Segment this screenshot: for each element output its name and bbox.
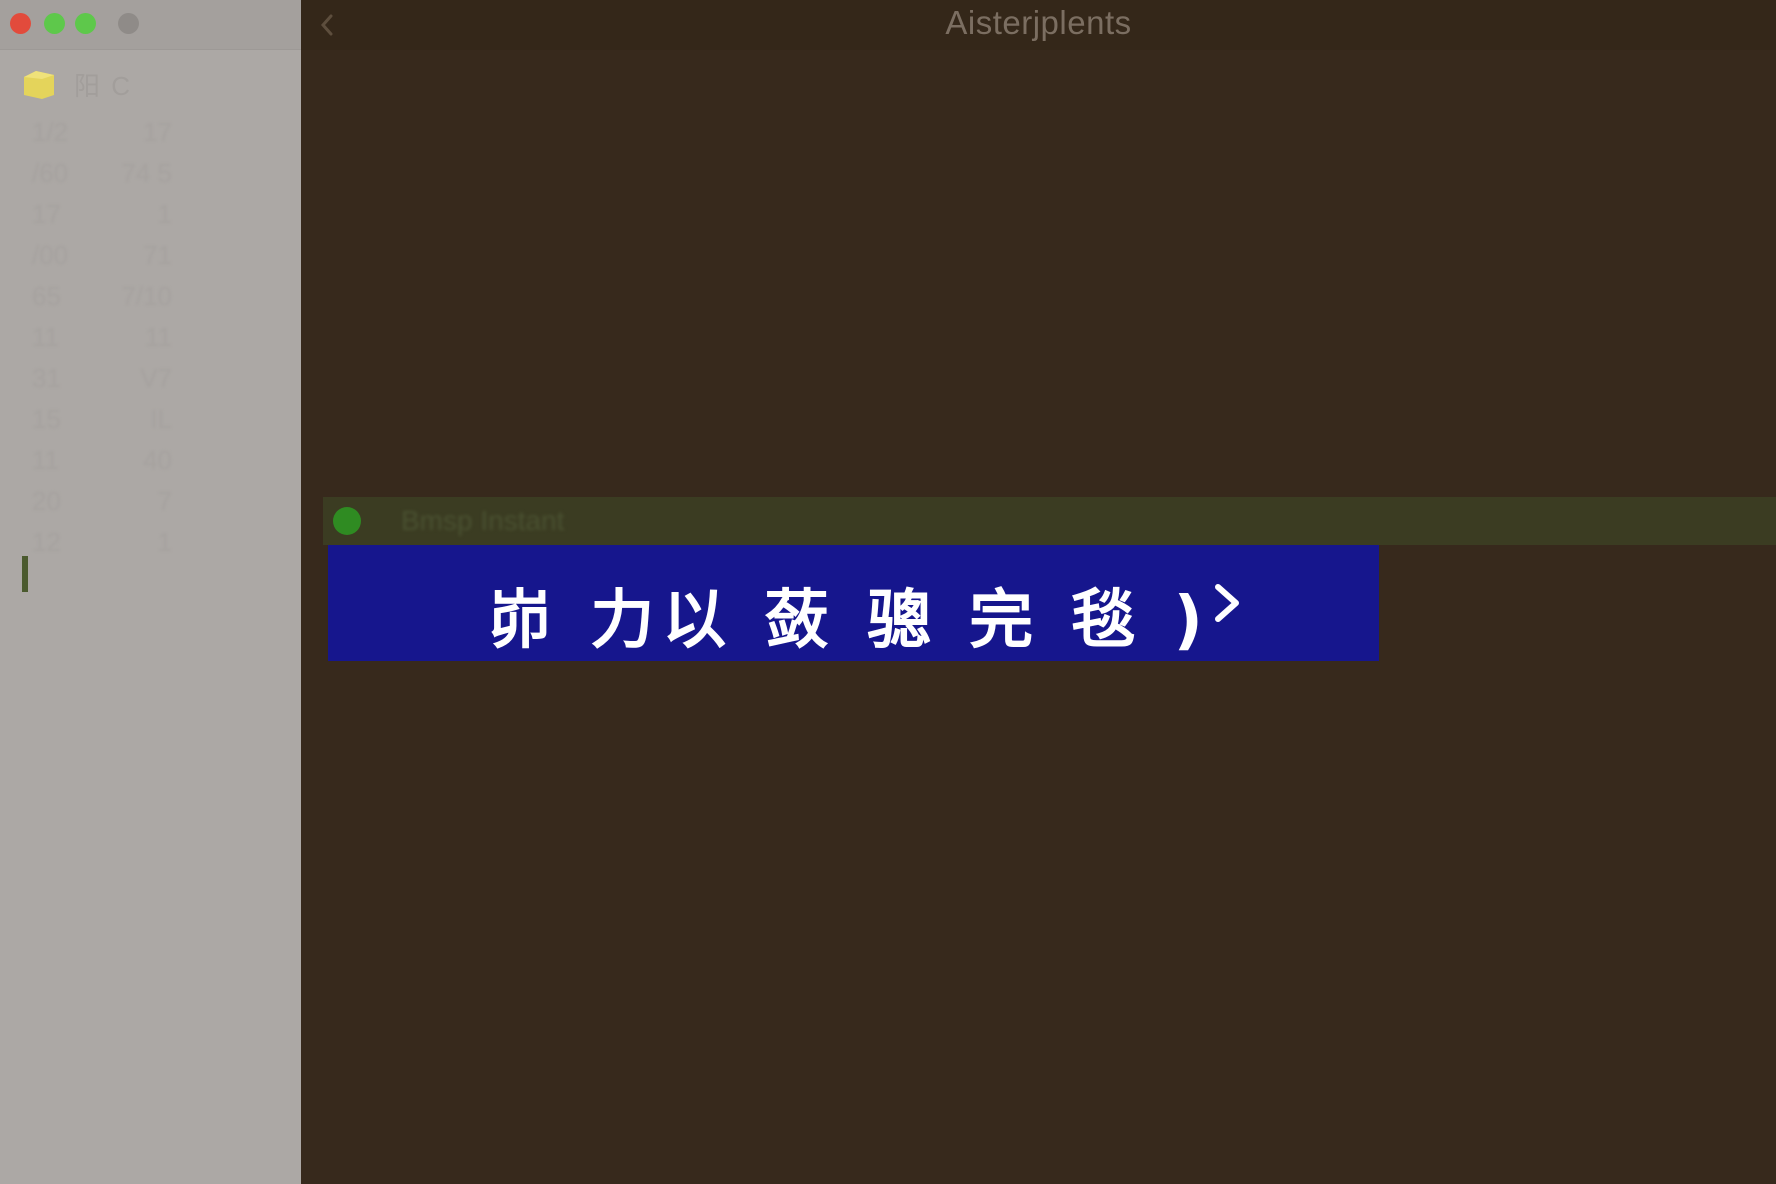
sidebar-row[interactable]: 1/2 17: [32, 112, 172, 153]
banner-text: 峁 力以 蔹 骢 完 毯 ): [488, 584, 1211, 658]
sidebar-row-left: 20: [32, 486, 61, 516]
sidebar-row-right: IL: [150, 404, 172, 434]
file-row-label: Bmsp Instant: [401, 505, 565, 536]
close-button[interactable]: [10, 13, 31, 34]
selected-file-row[interactable]: Bmsp Instant: [323, 497, 1776, 545]
sidebar-row-right: 7: [157, 486, 172, 516]
sidebar-row[interactable]: /60 74 5: [32, 153, 172, 194]
sidebar-row[interactable]: 12 1: [32, 522, 172, 563]
inactive-window-button[interactable]: [118, 13, 139, 34]
status-dot-icon: [333, 507, 361, 535]
sidebar-row[interactable]: 31 V7: [32, 358, 172, 399]
minimize-button[interactable]: [44, 13, 65, 34]
sidebar-row[interactable]: 20 7: [32, 481, 172, 522]
sidebar-list: 1/2 17/60 74 5 17 1/00 71 65 7/10 11 11 31 V7 15 IL 11…: [32, 112, 172, 563]
sidebar-row-left: /60: [32, 158, 69, 188]
sidebar-row[interactable]: 11 40: [32, 440, 172, 481]
sidebar-row-left: 12: [32, 527, 61, 557]
titlebar: Aisterjplents: [301, 0, 1776, 50]
banner-button[interactable]: 峁 力以 蔹 骢 完 毯 ): [328, 545, 1379, 661]
sidebar-row[interactable]: /00 71: [32, 235, 172, 276]
sidebar-row-left: 15: [32, 404, 61, 434]
sidebar-row-right: 74 5: [121, 158, 172, 188]
window-title: Aisterjplents: [945, 4, 1132, 41]
sidebar-row-right: 71: [143, 240, 172, 270]
sidebar-row-right: 1: [157, 527, 172, 557]
sidebar-row-left: 1/2: [32, 117, 69, 147]
sidebar-row-left: 65: [32, 281, 61, 311]
sidebar-row[interactable]: 15 IL: [32, 399, 172, 440]
sidebar-titlebar: [0, 0, 301, 50]
sidebar-header-label: 阳 C: [74, 70, 133, 101]
chevron-right-icon: [1208, 575, 1248, 631]
sidebar-row-right: 17: [143, 117, 172, 147]
sidebar-row-left: 31: [32, 363, 61, 393]
sidebar-row-right: 11: [145, 322, 172, 352]
sidebar-row-left: 17: [32, 199, 61, 229]
zoom-button[interactable]: [75, 13, 96, 34]
sidebar-row[interactable]: 17 1: [32, 194, 172, 235]
sidebar-row[interactable]: 65 7/10: [32, 276, 172, 317]
sidebar-row-left: 11: [32, 445, 59, 475]
sidebar: 阳 C 1/2 17/60 74 5 17 1/00 71 65 7/10 11 11 31 V7 15…: [0, 0, 301, 1184]
sidebar-row-right: 7/10: [121, 281, 172, 311]
sidebar-row-left: 11: [32, 322, 59, 352]
row-marker: [22, 556, 28, 592]
sidebar-header[interactable]: 阳 C: [22, 66, 132, 102]
sidebar-row-right: V7: [140, 363, 172, 393]
sidebar-row-right: 1: [157, 199, 172, 229]
folder-icon: [22, 69, 56, 99]
sidebar-row-left: /00: [32, 240, 69, 270]
app-window: 阳 C 1/2 17/60 74 5 17 1/00 71 65 7/10 11 11 31 V7 15…: [0, 0, 1776, 1184]
sidebar-row[interactable]: 11 11: [32, 317, 172, 358]
sidebar-row-right: 40: [143, 445, 172, 475]
